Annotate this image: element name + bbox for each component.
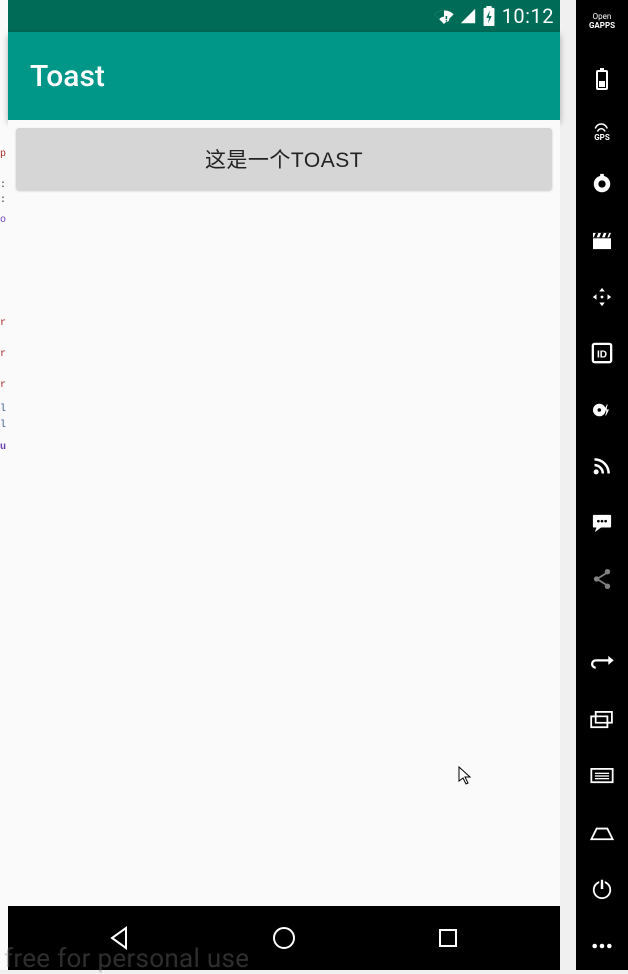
power-button[interactable] [586, 875, 618, 903]
sms-tool-icon[interactable] [586, 509, 618, 537]
emulator-screen: 10:12 Toast 这是一个TOAST [8, 0, 560, 970]
status-time: 10:12 [502, 4, 554, 28]
rotate-button[interactable] [586, 649, 618, 677]
android-status-bar: 10:12 [8, 0, 560, 32]
nav-recent-button[interactable] [428, 918, 468, 958]
id-tool-icon[interactable]: ID [586, 339, 618, 367]
clapperboard-icon[interactable] [586, 226, 618, 254]
app-bar: Toast [8, 32, 560, 120]
multiwindow-button[interactable] [586, 706, 618, 734]
open-gapps-button[interactable]: Open GAPPS [584, 8, 620, 36]
rss-tool-icon[interactable] [586, 452, 618, 480]
camera-tool-icon[interactable] [586, 170, 618, 198]
gps-tool-icon[interactable]: GPS [586, 121, 618, 142]
emulator-side-toolbar: Open GAPPS GPS ID [576, 0, 628, 970]
menu-button[interactable] [586, 762, 618, 790]
svg-text:ID: ID [597, 350, 607, 361]
share-tool-icon[interactable] [586, 565, 618, 593]
battery-charging-icon [482, 6, 496, 26]
more-button[interactable] [586, 932, 618, 960]
disk-tool-icon[interactable] [586, 396, 618, 424]
wifi-icon [434, 8, 454, 24]
app-title: Toast [30, 59, 105, 94]
signal-icon [460, 8, 476, 24]
nav-home-button[interactable] [264, 918, 304, 958]
content-area: 这是一个TOAST [8, 120, 560, 906]
show-toast-button[interactable]: 这是一个TOAST [16, 128, 552, 190]
background-stripe: p : : o r r r l l u [0, 0, 8, 970]
home-hw-button[interactable] [586, 819, 618, 847]
battery-tool-icon[interactable] [586, 64, 618, 92]
move-tool-icon[interactable] [586, 283, 618, 311]
